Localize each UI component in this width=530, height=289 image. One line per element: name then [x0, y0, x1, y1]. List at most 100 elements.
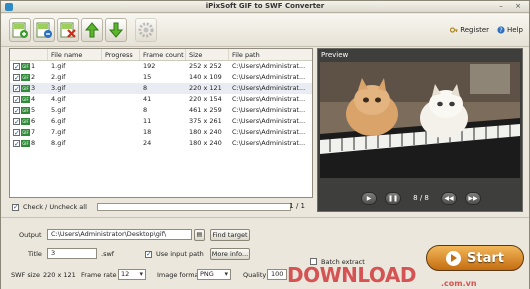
output-path-field[interactable]: C:\Users\Administrator\Desktop\gif\: [47, 229, 192, 240]
table-row[interactable]: GIF33.gif8220 x 121C:\Users\Administrat.…: [10, 83, 312, 94]
arrow-down-icon: [108, 22, 124, 38]
row-checkbox[interactable]: [13, 117, 20, 127]
row-index: 1: [31, 62, 36, 70]
swf-size-label: SWF size: [11, 271, 40, 279]
row-checkbox[interactable]: [13, 139, 20, 149]
table-row[interactable]: GIF55.gif8461 x 259C:\Users\Administrat.…: [10, 105, 312, 116]
move-down-button[interactable]: [105, 18, 127, 42]
delete-icon: [60, 22, 76, 38]
header-file-name[interactable]: File name: [48, 49, 102, 60]
cell-progress: [102, 94, 140, 105]
next-icon: ▶▶: [468, 194, 478, 202]
arrow-up-icon: [84, 22, 100, 38]
row-check-cell: GIF1: [10, 61, 48, 72]
cell-file-path: C:\Users\Administrat...: [232, 128, 306, 136]
header-progress[interactable]: Progress: [102, 49, 140, 60]
row-checkbox[interactable]: [13, 95, 20, 105]
row-check-cell: GIF3: [10, 83, 48, 94]
start-button[interactable]: Start: [426, 245, 524, 271]
register-link[interactable]: Register: [450, 26, 489, 34]
header-check: [10, 49, 48, 60]
add-file-button[interactable]: [9, 18, 31, 42]
close-button[interactable]: ×: [511, 2, 525, 11]
play-icon: ▶: [366, 194, 372, 202]
help-icon: ?: [497, 26, 505, 34]
title-extension: .swf: [101, 250, 115, 258]
cell-size: 140 x 109: [189, 73, 222, 81]
cell-file-name: 6.gif: [51, 117, 66, 125]
gif-file-icon: GIF: [21, 106, 30, 114]
preview-image: [320, 62, 520, 178]
gif-file-icon: GIF: [21, 95, 30, 103]
row-checkbox[interactable]: [13, 106, 20, 116]
swf-size-value: 220 x 121: [43, 271, 76, 279]
more-info-button[interactable]: More info...: [210, 248, 250, 260]
next-frame-button[interactable]: ▶▶: [465, 191, 481, 205]
output-label: Output: [19, 231, 42, 239]
row-checkbox[interactable]: [13, 62, 20, 72]
table-row[interactable]: GIF88.gif24180 x 240C:\Users\Administrat…: [10, 138, 312, 149]
cell-frame-count: 41: [143, 95, 152, 103]
cell-file-name: 1.gif: [51, 62, 66, 70]
cell-size: 461 x 259: [189, 106, 222, 114]
row-checkbox[interactable]: [13, 128, 20, 138]
cell-frame-count: 24: [143, 139, 152, 147]
row-checkbox[interactable]: [13, 73, 20, 83]
title-label: Title: [28, 250, 42, 258]
clear-list-button[interactable]: [57, 18, 79, 42]
cell-progress: [102, 105, 140, 116]
watermark-brand: DOWNLOAD: [287, 263, 416, 287]
find-target-button[interactable]: Find target: [210, 229, 250, 241]
browse-folder-button[interactable]: ▤: [194, 229, 205, 241]
cell-file-name: 8.gif: [51, 139, 66, 147]
check-bar: Check / Uncheck all 1 / 1: [9, 201, 313, 213]
previous-frame-button[interactable]: ◀◀: [441, 191, 457, 205]
cell-size: 220 x 154: [189, 95, 222, 103]
header-file-path[interactable]: File path: [229, 49, 312, 60]
title-field[interactable]: 3: [47, 248, 97, 259]
cell-frame-count: 8: [143, 106, 148, 114]
gear-icon: [138, 22, 154, 38]
cell-progress: [102, 83, 140, 94]
gif-file-icon: GIF: [21, 73, 30, 81]
table-row[interactable]: GIF66.gif11375 x 261C:\Users\Administrat…: [10, 116, 312, 127]
row-checkbox[interactable]: [13, 84, 20, 94]
cell-frame-count: 192: [143, 62, 156, 70]
minimize-button[interactable]: –: [494, 2, 508, 11]
move-up-button[interactable]: [81, 18, 103, 42]
file-list: File name Progress Frame count Size File…: [9, 48, 313, 198]
pause-icon: ❚❚: [387, 194, 399, 202]
gif-file-icon: GIF: [21, 128, 30, 136]
header-frame-count[interactable]: Frame count: [140, 49, 186, 60]
check-all-checkbox[interactable]: [12, 203, 19, 211]
row-index: 7: [31, 128, 36, 136]
cell-frame-count: 11: [143, 117, 152, 125]
cell-size: 252 x 252: [189, 62, 222, 70]
table-row[interactable]: GIF77.gif18180 x 240C:\Users\Administrat…: [10, 127, 312, 138]
help-link[interactable]: ? Help: [497, 26, 523, 34]
playback-controls: ▶ ❚❚ 8 / 8 ◀◀ ▶▶: [318, 188, 524, 208]
file-list-header: File name Progress Frame count Size File…: [10, 49, 312, 61]
image-format-select[interactable]: PNG: [197, 269, 231, 280]
cell-size: 375 x 261: [189, 117, 222, 125]
row-check-cell: GIF7: [10, 127, 48, 138]
play-button[interactable]: ▶: [361, 191, 377, 205]
start-label: Start: [467, 250, 504, 266]
header-size[interactable]: Size: [186, 49, 229, 60]
watermark-domain: .com.vn: [441, 279, 477, 288]
settings-button[interactable]: [135, 18, 157, 42]
quality-field[interactable]: 100: [267, 269, 287, 280]
row-index: 4: [31, 95, 36, 103]
use-input-path-checkbox[interactable]: [145, 250, 152, 258]
cell-file-path: C:\Users\Administrat...: [232, 95, 306, 103]
remove-file-button[interactable]: [33, 18, 55, 42]
cell-file-name: 2.gif: [51, 73, 66, 81]
frame-rate-select[interactable]: 12: [118, 269, 146, 280]
toolbar: Register ? Help: [1, 14, 529, 47]
cell-frame-count: 8: [143, 84, 148, 92]
row-index: 2: [31, 73, 36, 81]
table-row[interactable]: GIF44.gif41220 x 154C:\Users\Administrat…: [10, 94, 312, 105]
table-row[interactable]: GIF22.gif15140 x 109C:\Users\Administrat…: [10, 72, 312, 83]
table-row[interactable]: GIF11.gif192252 x 252C:\Users\Administra…: [10, 61, 312, 72]
pause-button[interactable]: ❚❚: [385, 191, 401, 205]
